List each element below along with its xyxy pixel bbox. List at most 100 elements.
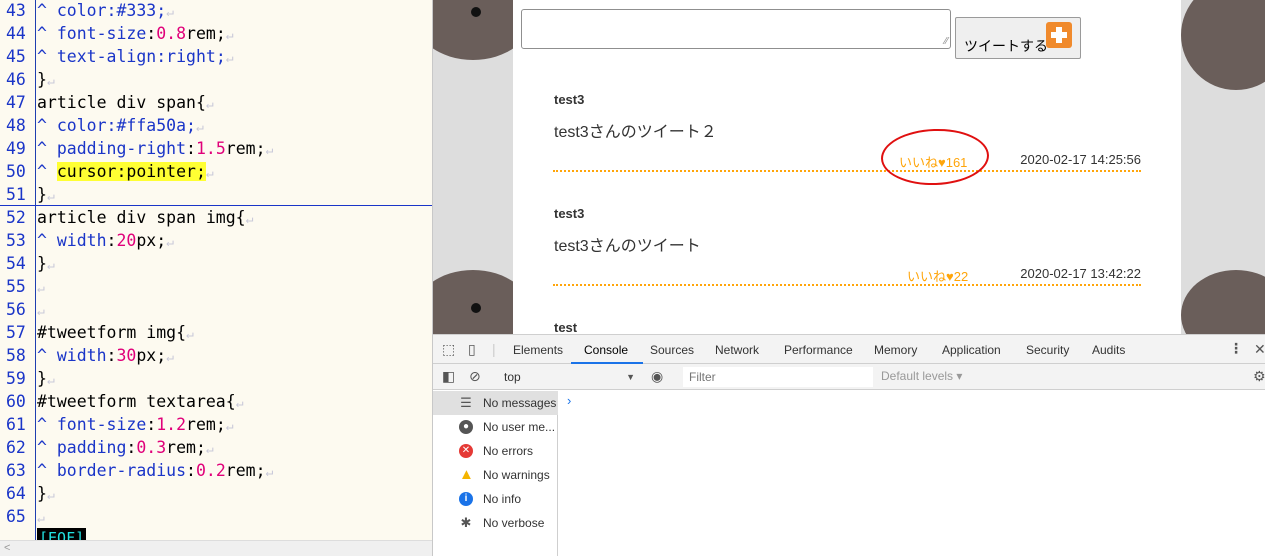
scroll-left-arrow-icon[interactable]: <	[4, 542, 10, 554]
tweet-article: test	[553, 320, 1141, 334]
close-devtools-icon[interactable]: ✕	[1254, 342, 1265, 356]
resize-grip-icon[interactable]: ⁄⁄	[945, 37, 948, 47]
code-line[interactable]: 59}↵	[0, 367, 432, 390]
code-text: ↵	[37, 275, 45, 300]
sidebar-item-info[interactable]: i No info	[433, 487, 558, 511]
tweet-date: 2020-02-17 14:25:56	[1020, 152, 1141, 167]
tab-console[interactable]: Console	[584, 343, 628, 357]
tweet-textarea[interactable]: ⁄⁄	[521, 9, 951, 49]
sidebar-toggle-icon[interactable]: ◧	[442, 369, 455, 383]
line-number: 60	[6, 392, 26, 411]
code-line[interactable]: 47 article div span{↵	[0, 91, 432, 114]
eye-icon[interactable]: ◉	[651, 369, 663, 383]
sidebar-item-user-messages[interactable]: ● No user me...	[433, 415, 558, 439]
line-end-mark: ↵	[166, 350, 174, 365]
code-line[interactable]: 52 article div span img{↵	[0, 206, 432, 229]
tweet-button[interactable]: ツイートする	[955, 17, 1081, 59]
code-line[interactable]: 62 ^ padding:0.3rem;↵	[0, 436, 432, 459]
tab-application[interactable]: Application	[942, 343, 1001, 357]
code-text: ^ padding-right:1.5rem;↵	[37, 139, 274, 158]
tab-sources[interactable]: Sources	[650, 343, 694, 357]
line-number: 58	[6, 346, 26, 365]
line-number: 49	[6, 139, 26, 158]
settings-gear-icon[interactable]: ⚙	[1253, 369, 1265, 383]
tab-elements[interactable]: Elements	[513, 343, 563, 357]
code-text: ^ padding:0.3rem;↵	[37, 438, 214, 457]
line-number: 50	[6, 162, 26, 181]
code-text: ^ text-align:right;↵	[37, 47, 234, 66]
code-line[interactable]: 46}↵	[0, 68, 432, 91]
tweet-text: test3さんのツイート	[554, 238, 701, 255]
code-line[interactable]: 65 ↵	[0, 505, 432, 528]
inspect-element-icon[interactable]: ⬚	[442, 342, 455, 356]
line-number: 55	[6, 277, 26, 296]
code-line[interactable]: 61 ^ font-size:1.2rem;↵	[0, 413, 432, 436]
code-text: }↵	[37, 484, 55, 503]
code-line[interactable]: 63 ^ border-radius:0.2rem;↵	[0, 459, 432, 482]
code-line[interactable]: 53 ^ width:20px;↵	[0, 229, 432, 252]
code-line[interactable]: 55 ↵	[0, 275, 432, 298]
tab-audits[interactable]: Audits	[1092, 343, 1125, 357]
tweet-user: test	[554, 320, 578, 334]
line-end-mark: ↵	[205, 97, 214, 112]
tab-security[interactable]: Security	[1026, 343, 1069, 357]
sidebar-item-errors[interactable]: ✕ No errors	[433, 439, 558, 463]
code-line[interactable]: 56 ↵	[0, 298, 432, 321]
line-number: 52	[6, 208, 26, 227]
code-text: ^ border-radius:0.2rem;↵	[37, 461, 274, 480]
code-line[interactable]: 43 ^ color:#333;↵	[0, 0, 432, 22]
info-icon: i	[459, 492, 473, 506]
code-editor[interactable]: 43 ^ color:#333;↵ 44 ^ font-size:0.8rem;↵ 45…	[0, 0, 432, 556]
chevron-down-icon: ▼	[626, 372, 635, 382]
tab-network[interactable]: Network	[715, 343, 759, 357]
code-line[interactable]: 50 ^ cursor:pointer;↵	[0, 160, 432, 183]
sidebar-item-messages[interactable]: ☰ No messages	[433, 391, 558, 415]
device-toolbar-icon[interactable]: ▯	[468, 342, 476, 356]
more-options-icon[interactable]: ⋮	[1229, 341, 1243, 355]
sidebar-item-warnings[interactable]: ▲ No warnings	[433, 463, 558, 487]
code-text: ^ color:#ffa50a;↵	[37, 116, 204, 135]
console-prompt[interactable]: ›	[567, 393, 571, 408]
code-text: #tweetform img{↵	[37, 323, 194, 342]
list-icon: ☰	[460, 395, 472, 410]
tab-memory[interactable]: Memory	[874, 343, 917, 357]
code-line[interactable]: 58 ^ width:30px;↵	[0, 344, 432, 367]
line-end-mark: ↵	[235, 396, 244, 411]
code-line[interactable]: 54}↵	[0, 252, 432, 275]
code-line[interactable]: 49 ^ padding-right:1.5rem;↵	[0, 137, 432, 160]
code-text: ^ cursor:pointer;↵	[37, 162, 214, 181]
code-line[interactable]: 60 #tweetform textarea{↵	[0, 390, 432, 413]
line-number: 44	[6, 24, 26, 43]
line-number: 62	[6, 438, 26, 457]
dotted-divider	[553, 284, 1141, 286]
code-text: ^ font-size:1.2rem;↵	[37, 415, 234, 434]
filter-input[interactable]	[683, 367, 873, 387]
code-line[interactable]: 48 ^ color:#ffa50a;↵	[0, 114, 432, 137]
code-line[interactable]: 44 ^ font-size:0.8rem;↵	[0, 22, 432, 45]
line-number: 57	[6, 323, 26, 342]
line-end-mark: ↵	[205, 166, 214, 181]
sidebar-item-verbose[interactable]: ✱ No verbose	[433, 511, 558, 535]
code-text: }↵	[37, 70, 55, 89]
like-button[interactable]: いいね♥22	[907, 266, 968, 285]
tweet-page: ⁄⁄ ツイートする test3 test3さんのツイート２ いいね♥161 20…	[513, 0, 1181, 334]
code-line[interactable]: 57 #tweetform img{↵	[0, 321, 432, 344]
line-number: 53	[6, 231, 26, 250]
code-line[interactable]: 51}↵	[0, 183, 432, 206]
code-line[interactable]: 45 ^ text-align:right;↵	[0, 45, 432, 68]
code-text: ↵	[37, 298, 45, 323]
line-end-mark: ↵	[46, 488, 55, 503]
tweet-button-label: ツイートする	[964, 38, 1048, 54]
line-number: 54	[6, 254, 26, 273]
tab-performance[interactable]: Performance	[784, 343, 853, 357]
line-end-mark: ↵	[195, 120, 204, 135]
tweet-text: test3さんのツイート２	[554, 124, 717, 141]
code-line[interactable]: 64}↵	[0, 482, 432, 505]
code-text: ↵	[37, 505, 45, 530]
clear-console-icon[interactable]: ⊘	[469, 369, 481, 383]
context-selector[interactable]: top ▼	[497, 367, 639, 387]
line-number: 56	[6, 300, 26, 319]
log-levels-dropdown[interactable]: Default levels ▾	[881, 369, 962, 383]
editor-horizontal-scrollbar[interactable]: <	[0, 540, 432, 556]
line-number: 51	[6, 185, 26, 204]
